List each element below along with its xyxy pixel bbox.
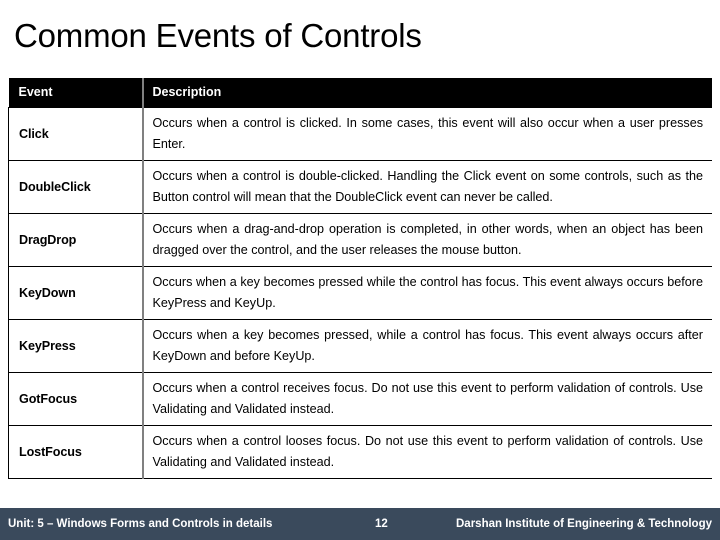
cell-event-description: Occurs when a control looses focus. Do n… [142,425,712,479]
column-header-event: Event [8,78,144,108]
cell-event-description: Occurs when a control receives focus. Do… [142,372,712,426]
column-header-description: Description [142,78,712,108]
cell-event-description: Occurs when a control is double-clicked.… [142,160,712,214]
slide-footer: Unit: 5 – Windows Forms and Controls in … [0,508,720,540]
table-row: GotFocus Occurs when a control receives … [8,372,712,426]
table-header-row: Event Description [8,78,712,108]
cell-event-name: GotFocus [8,372,144,426]
cell-event-name: LostFocus [8,425,144,479]
page-title: Common Events of Controls [14,17,422,54]
cell-event-name: KeyPress [8,319,144,373]
cell-event-description: Occurs when a drag-and-drop operation is… [142,213,712,267]
table-body: Click Occurs when a control is clicked. … [8,107,712,479]
cell-event-name: Click [8,107,144,161]
cell-event-description: Occurs when a key becomes pressed, while… [142,319,712,373]
cell-event-name: DragDrop [8,213,144,267]
table-row: LostFocus Occurs when a control looses f… [8,425,712,479]
cell-event-description: Occurs when a key becomes pressed while … [142,266,712,320]
table-row: DragDrop Occurs when a drag-and-drop ope… [8,213,712,267]
cell-event-description: Occurs when a control is clicked. In som… [142,107,712,161]
table-row: KeyPress Occurs when a key becomes press… [8,319,712,373]
events-table: Event Description Click Occurs when a co… [8,78,712,479]
footer-page-number: 12 [375,518,388,530]
events-table-container: Event Description Click Occurs when a co… [8,78,712,508]
table-row: DoubleClick Occurs when a control is dou… [8,160,712,214]
table-row: Click Occurs when a control is clicked. … [8,107,712,161]
footer-institute-label: Darshan Institute of Engineering & Techn… [456,518,712,530]
table-header: Event Description [8,78,712,108]
cell-event-name: KeyDown [8,266,144,320]
cell-event-name: DoubleClick [8,160,144,214]
table-row: KeyDown Occurs when a key becomes presse… [8,266,712,320]
footer-unit-label: Unit: 5 – Windows Forms and Controls in … [8,518,273,530]
